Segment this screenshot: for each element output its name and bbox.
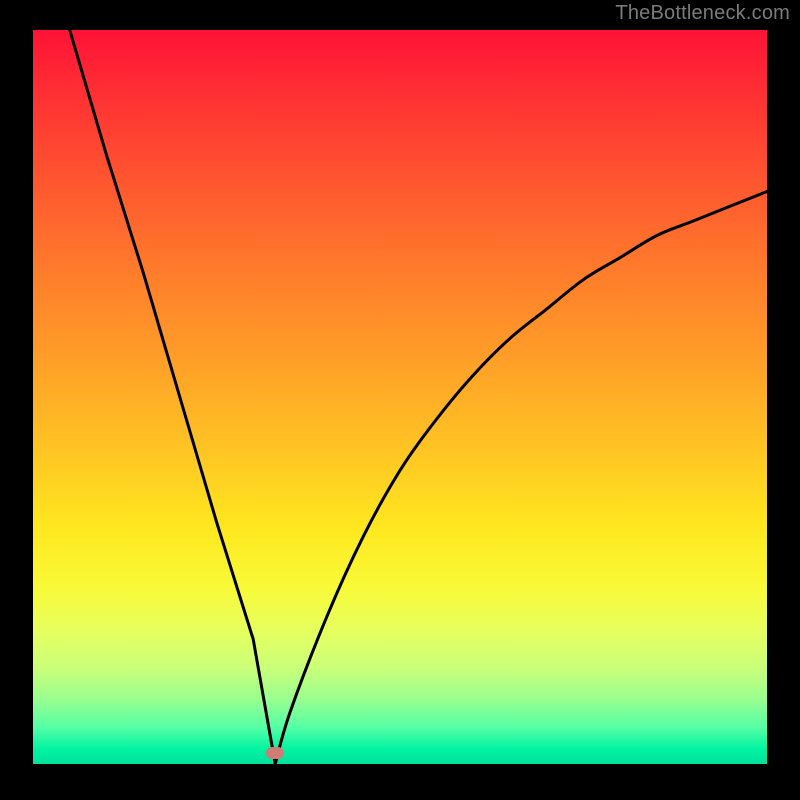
minimum-marker bbox=[266, 747, 284, 759]
plot-area bbox=[33, 30, 767, 764]
chart-frame: TheBottleneck.com bbox=[0, 0, 800, 800]
bottleneck-curve bbox=[33, 30, 767, 764]
watermark-text: TheBottleneck.com bbox=[615, 2, 790, 25]
